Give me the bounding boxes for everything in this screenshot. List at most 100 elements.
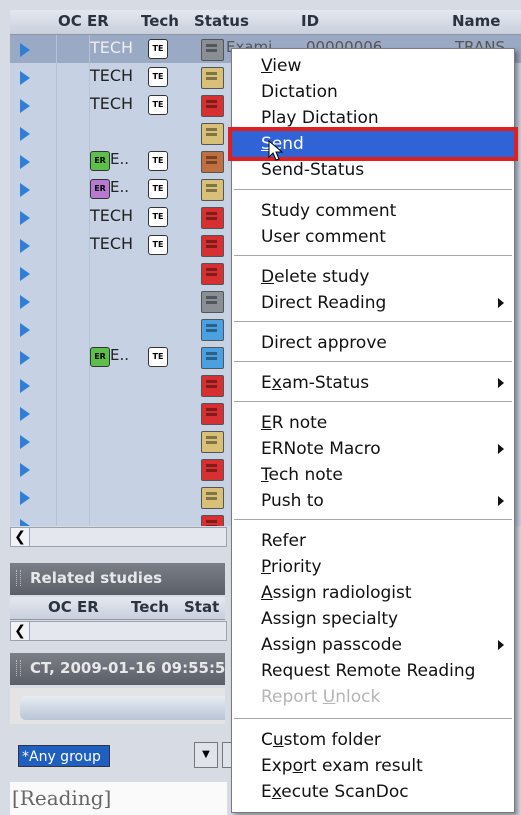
menu-item-direct-approve[interactable]: Direct approve xyxy=(232,330,514,356)
er-badge-icon[interactable]: ER xyxy=(90,151,110,171)
menu-item-assign-passcode[interactable]: Assign passcode xyxy=(232,632,514,658)
tech-badge-icon[interactable]: TE xyxy=(148,39,168,59)
row-expand-arrow-icon[interactable] xyxy=(20,99,30,113)
oc-cell xyxy=(56,147,90,175)
er-cell-text: E.. xyxy=(110,150,130,168)
col-header-name[interactable]: Name xyxy=(452,12,500,30)
scroll-left-icon[interactable]: ❮ xyxy=(11,622,30,640)
toolbar-tab[interactable] xyxy=(20,696,225,720)
menu-item-tech-note[interactable]: Tech note xyxy=(232,462,514,488)
menu-item-export-exam-result[interactable]: Export exam result xyxy=(232,753,514,779)
row-expand-arrow-icon[interactable] xyxy=(20,351,30,365)
related-col-tech[interactable]: Tech xyxy=(131,598,169,616)
row-expand-arrow-icon[interactable] xyxy=(20,127,30,141)
col-header-oc[interactable]: OC xyxy=(58,12,82,30)
menu-item-label: Custom folder xyxy=(261,730,381,750)
menu-item-assign-radiologist[interactable]: Assign radiologist xyxy=(232,580,514,606)
oc-cell xyxy=(56,511,90,526)
menu-item-request-remote-reading[interactable]: Request Remote Reading xyxy=(232,658,514,684)
row-expand-arrow-icon[interactable] xyxy=(20,71,30,85)
related-col-er[interactable]: ER xyxy=(77,598,99,616)
grip-icon xyxy=(16,570,21,586)
oc-cell xyxy=(56,287,90,315)
menu-separator xyxy=(234,361,512,363)
tech-badge-icon[interactable]: TE xyxy=(148,179,168,199)
row-expand-arrow-icon[interactable] xyxy=(20,295,30,309)
menu-item-custom-folder[interactable]: Custom folder xyxy=(232,727,514,753)
row-expand-arrow-icon[interactable] xyxy=(20,463,30,477)
menu-item-play-dictation[interactable]: Play Dictation xyxy=(232,105,514,131)
study-grid-horizontal-scrollbar[interactable]: ❮ xyxy=(10,527,227,547)
row-expand-arrow-icon[interactable] xyxy=(20,239,30,253)
menu-item-label: Execute ScanDoc xyxy=(261,782,409,802)
status-icon xyxy=(201,151,224,173)
menu-item-push-to[interactable]: Push to xyxy=(232,488,514,514)
toolbar-band xyxy=(10,688,225,724)
menu-item-direct-reading[interactable]: Direct Reading xyxy=(232,290,514,316)
menu-item-er-note[interactable]: ER note xyxy=(232,410,514,436)
status-icon xyxy=(201,235,224,257)
col-header-er[interactable]: ER xyxy=(87,12,109,30)
oc-cell xyxy=(56,343,90,371)
status-icon xyxy=(201,179,224,201)
er-badge-icon[interactable]: ER xyxy=(90,179,110,199)
menu-item-ernote-macro[interactable]: ERNote Macro xyxy=(232,436,514,462)
menu-item-label: Direct approve xyxy=(261,333,387,353)
oc-cell xyxy=(56,91,90,119)
row-expand-arrow-icon[interactable] xyxy=(20,155,30,169)
status-icon xyxy=(201,403,224,425)
oc-cell xyxy=(56,203,90,231)
related-col-oc[interactable]: OC xyxy=(48,598,72,616)
menu-item-report-unlock: Report Unlock xyxy=(232,684,514,710)
menu-item-delete-study[interactable]: Delete study xyxy=(232,264,514,290)
row-expand-arrow-icon[interactable] xyxy=(20,323,30,337)
related-col-status[interactable]: Stat xyxy=(184,598,219,616)
oc-cell xyxy=(56,63,90,91)
menu-item-study-comment[interactable]: Study comment xyxy=(232,198,514,224)
tech-badge-icon[interactable]: TE xyxy=(148,347,168,367)
study-grid-header: OC ER Tech Status ID Name xyxy=(10,10,521,35)
row-expand-arrow-icon[interactable] xyxy=(20,491,30,505)
row-expand-arrow-icon[interactable] xyxy=(20,379,30,393)
related-studies-panel-bar[interactable]: Related studies xyxy=(10,563,225,595)
group-select[interactable]: *Any group xyxy=(18,745,110,767)
status-icon xyxy=(201,459,224,481)
tech-badge-icon[interactable]: TE xyxy=(148,67,168,87)
menu-item-priority[interactable]: Priority xyxy=(232,554,514,580)
menu-item-user-comment[interactable]: User comment xyxy=(232,224,514,250)
row-expand-arrow-icon[interactable] xyxy=(20,183,30,197)
menu-item-view[interactable]: View xyxy=(232,53,514,79)
menu-item-assign-specialty[interactable]: Assign specialty xyxy=(232,606,514,632)
row-expand-arrow-icon[interactable] xyxy=(20,407,30,421)
menu-item-label: Report Unlock xyxy=(261,687,381,707)
scroll-left-icon[interactable]: ❮ xyxy=(11,528,30,546)
row-expand-arrow-icon[interactable] xyxy=(20,43,30,57)
tech-badge-icon[interactable]: TE xyxy=(148,235,168,255)
menu-separator xyxy=(234,255,512,257)
menu-item-dictation[interactable]: Dictation xyxy=(232,79,514,105)
status-icon xyxy=(201,95,224,117)
col-header-tech[interactable]: Tech xyxy=(141,12,179,30)
col-header-id[interactable]: ID xyxy=(301,12,319,30)
status-icon xyxy=(201,67,224,89)
related-grid-horizontal-scrollbar[interactable]: ❮ xyxy=(10,621,227,641)
menu-item-label: Exam-Status xyxy=(261,373,370,393)
group-dropdown-button[interactable]: ▼ xyxy=(194,742,218,768)
row-expand-arrow-icon[interactable] xyxy=(20,211,30,225)
row-expand-arrow-icon[interactable] xyxy=(20,435,30,449)
tech-badge-icon[interactable]: TE xyxy=(148,95,168,115)
tech-badge-icon[interactable]: TE xyxy=(148,207,168,227)
col-header-status[interactable]: Status xyxy=(194,12,249,30)
oc-cell xyxy=(56,259,90,287)
grip-icon xyxy=(16,660,21,676)
row-expand-arrow-icon[interactable] xyxy=(20,519,30,526)
study-info-panel-bar[interactable]: CT, 2009-01-16 09:55:5 xyxy=(10,653,225,685)
menu-item-execute-scandoc[interactable]: Execute ScanDoc xyxy=(232,779,514,805)
er-badge-icon[interactable]: ER xyxy=(90,347,110,367)
row-expand-arrow-icon[interactable] xyxy=(20,267,30,281)
er-cell-tech-text: TECH xyxy=(90,38,134,57)
menu-item-exam-status[interactable]: Exam-Status xyxy=(232,370,514,396)
tech-badge-icon[interactable]: TE xyxy=(148,151,168,171)
submenu-arrow-icon xyxy=(498,298,504,308)
menu-item-refer[interactable]: Refer xyxy=(232,528,514,554)
